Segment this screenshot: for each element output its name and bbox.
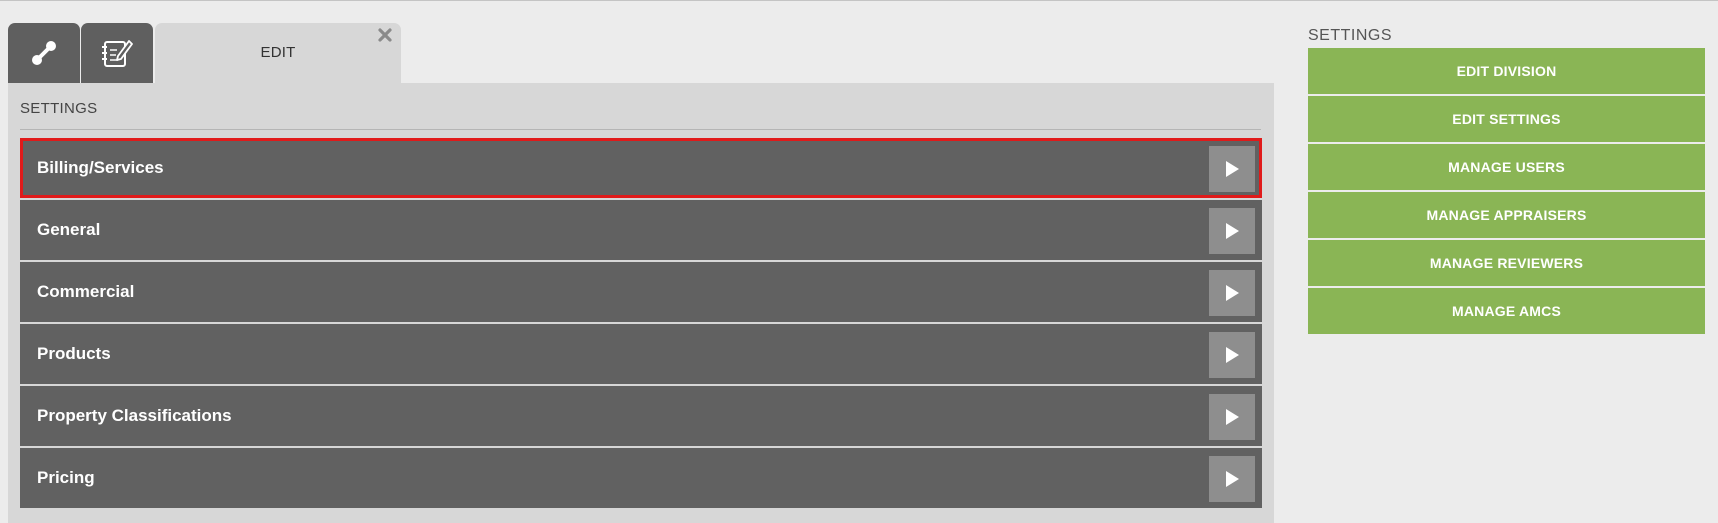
settings-item-billing-services[interactable]: Billing/Services: [20, 138, 1262, 198]
manage-appraisers-button[interactable]: MANAGE APPRAISERS: [1308, 192, 1705, 238]
settings-item-label: Billing/Services: [37, 158, 164, 177]
tab-edit-label: EDIT: [260, 44, 296, 61]
play-arrow-icon[interactable]: [1209, 332, 1255, 378]
play-arrow-icon[interactable]: [1209, 146, 1255, 192]
settings-item-general[interactable]: General: [20, 200, 1262, 260]
close-icon[interactable]: [375, 25, 395, 45]
play-arrow-icon[interactable]: [1209, 394, 1255, 440]
settings-item-commercial[interactable]: Commercial: [20, 262, 1262, 322]
top-divider: [0, 0, 1718, 1]
sidebar-actions: EDIT DIVISION EDIT SETTINGS MANAGE USERS…: [1308, 48, 1705, 336]
settings-list: Billing/Services General Commercial Prod…: [20, 138, 1262, 510]
settings-item-label: Products: [37, 344, 111, 363]
play-arrow-icon[interactable]: [1209, 270, 1255, 316]
link-tool-icon: [32, 41, 56, 65]
settings-item-label: General: [37, 220, 101, 239]
panel-title: SETTINGS: [20, 100, 98, 117]
settings-panel: SETTINGS Billing/Services General Commer…: [8, 83, 1274, 523]
settings-item-label: Pricing: [37, 468, 95, 487]
settings-item-label: Commercial: [37, 282, 135, 301]
tab-notes[interactable]: [81, 23, 153, 83]
manage-users-button[interactable]: MANAGE USERS: [1308, 144, 1705, 190]
tab-edit[interactable]: EDIT: [155, 23, 401, 83]
settings-item-property-classifications[interactable]: Property Classifications: [20, 386, 1262, 446]
sidebar-title: SETTINGS: [1308, 27, 1393, 44]
manage-amcs-button[interactable]: MANAGE AMCS: [1308, 288, 1705, 334]
settings-item-pricing[interactable]: Pricing: [20, 448, 1262, 508]
play-arrow-icon[interactable]: [1209, 208, 1255, 254]
edit-settings-button[interactable]: EDIT SETTINGS: [1308, 96, 1705, 142]
panel-divider: [20, 129, 1261, 130]
play-arrow-icon[interactable]: [1209, 456, 1255, 502]
tab-link-tool[interactable]: [8, 23, 80, 83]
notebook-pen-icon: [102, 40, 133, 67]
settings-item-label: Property Classifications: [37, 406, 232, 425]
manage-reviewers-button[interactable]: MANAGE REVIEWERS: [1308, 240, 1705, 286]
settings-item-products[interactable]: Products: [20, 324, 1262, 384]
edit-division-button[interactable]: EDIT DIVISION: [1308, 48, 1705, 94]
